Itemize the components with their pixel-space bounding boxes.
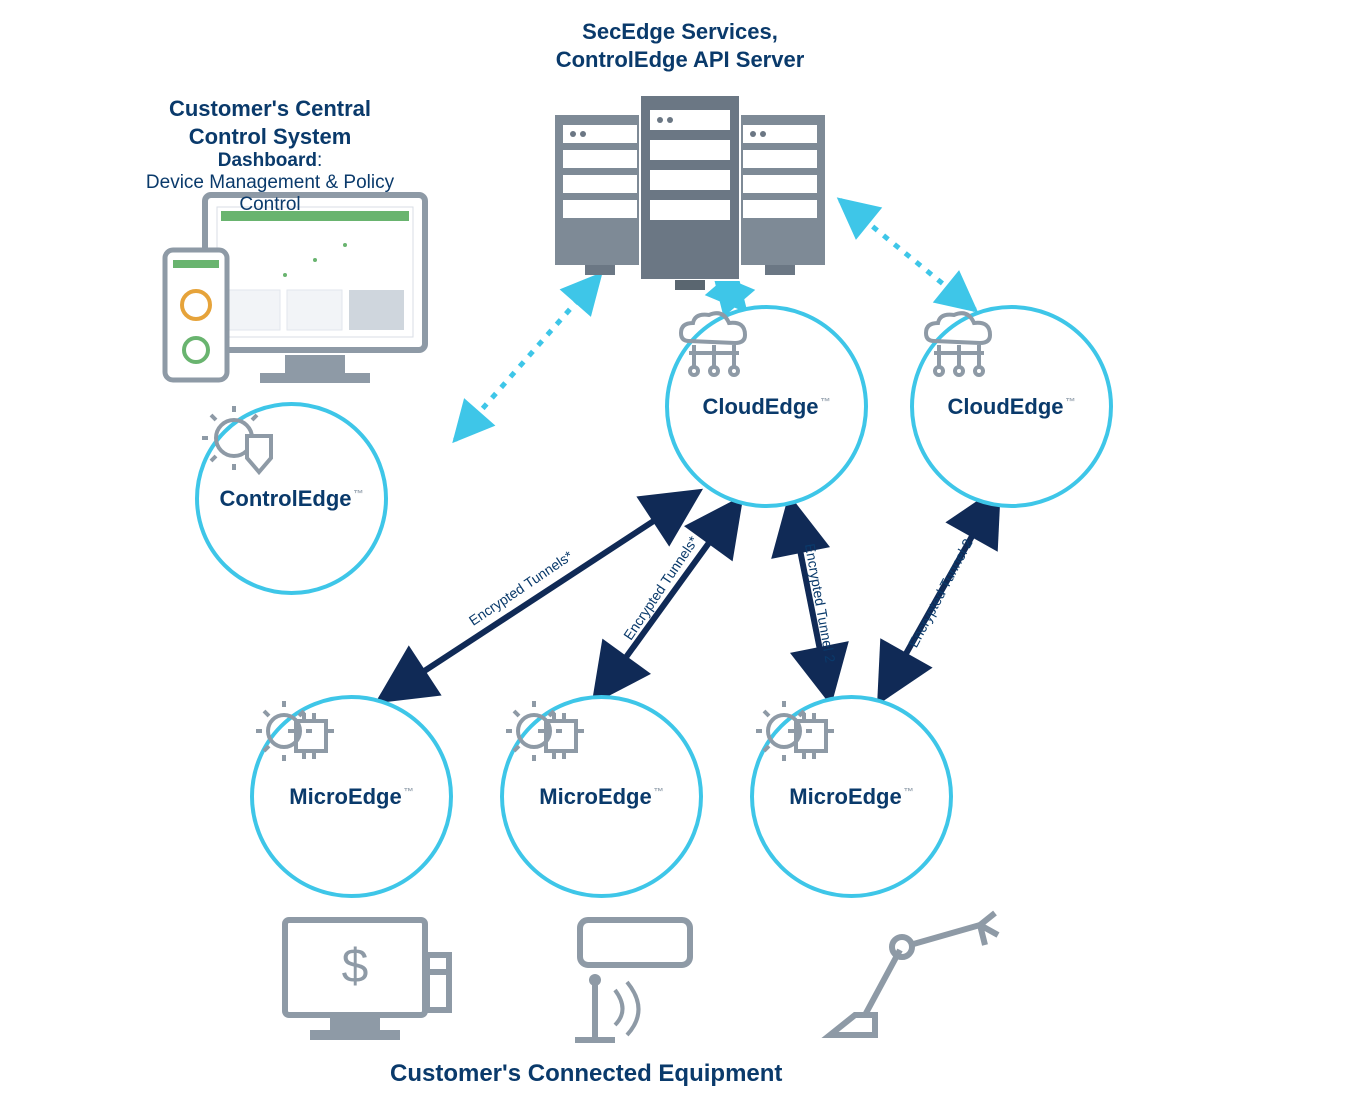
node-controledge: ControlEdge™	[195, 402, 388, 595]
microedge3-label: MicroEdge	[789, 784, 901, 809]
microedge2-label: MicroEdge	[539, 784, 651, 809]
node-cloudedge-2: CloudEdge™	[910, 305, 1113, 508]
link-cloudedge2-to-server	[840, 200, 975, 310]
server-title: SecEdge Services, ControlEdge API Server	[520, 18, 840, 73]
gear-chip-icon	[754, 699, 834, 769]
architecture-diagram: $ SecEdge Services, ControlEdge API Serv…	[0, 0, 1346, 1114]
microedge1-label: MicroEdge	[289, 784, 401, 809]
svg-text:$: $	[342, 940, 369, 993]
node-microedge-1: MicroEdge™	[250, 695, 453, 898]
cloud-network-icon	[669, 309, 759, 384]
server-rack-icon	[555, 95, 825, 290]
tunnel-cloud1-micro2	[595, 500, 740, 700]
node-cloudedge-1: CloudEdge™	[665, 305, 868, 508]
robot-arm-icon	[830, 913, 998, 1035]
link-controledge-to-server	[455, 275, 600, 440]
gear-chip-icon	[254, 699, 334, 769]
pos-terminal-icon: $	[285, 920, 449, 1040]
gear-chip-icon	[504, 699, 584, 769]
gear-shield-icon	[199, 406, 279, 476]
cloudedge1-label: CloudEdge	[702, 394, 818, 419]
cloudedge2-label: CloudEdge	[947, 394, 1063, 419]
security-camera-icon	[575, 920, 690, 1040]
controledge-label: ControlEdge	[220, 486, 352, 511]
dashboard-monitor-phone-icon	[165, 195, 425, 383]
bottom-title: Customer's Connected Equipment	[390, 1060, 782, 1088]
node-microedge-3: MicroEdge™	[750, 695, 953, 898]
customer-system-title: Customer's Central Control System	[120, 95, 420, 150]
dashboard-subtitle: Dashboard: Device Management & Policy Co…	[120, 150, 420, 216]
cloud-network-icon	[914, 309, 1004, 384]
node-microedge-2: MicroEdge™	[500, 695, 703, 898]
